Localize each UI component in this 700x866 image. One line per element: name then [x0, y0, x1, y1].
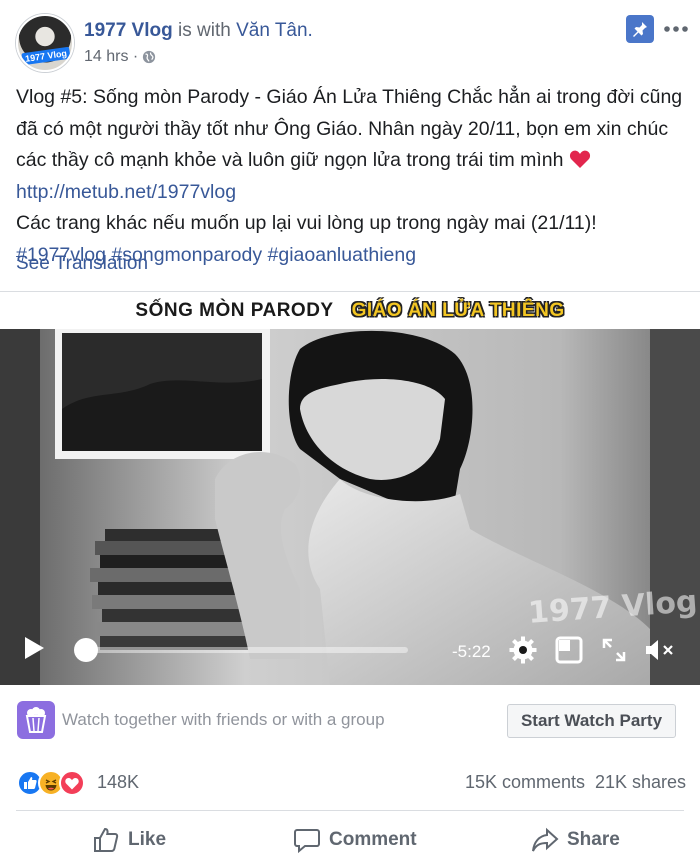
heart-emoji-icon	[569, 150, 590, 168]
message-line: các thầy cô mạnh khỏe và luôn giữ ngọn l…	[16, 145, 686, 177]
see-translation-link[interactable]: See Translation	[16, 253, 148, 275]
like-button[interactable]: Like	[92, 824, 166, 856]
external-link[interactable]: http://metub.net/1977vlog	[16, 177, 686, 209]
page-avatar[interactable]: 1977 Vlog	[16, 14, 74, 72]
message-line: Các trang khác nếu muốn up lại vui lòng …	[16, 212, 597, 234]
share-arrow-icon	[532, 827, 559, 852]
post-header: 1977 Vlog 1977 Vlog is with Văn Tân. 14 …	[0, 0, 700, 80]
reaction-icons[interactable]	[17, 769, 85, 797]
comments-count-link[interactable]: 15K comments	[465, 772, 585, 793]
more-horizontal-icon[interactable]	[662, 15, 690, 43]
avatar-logo: 1977 Vlog	[21, 46, 71, 66]
share-label: Share	[567, 829, 620, 850]
video-player[interactable]: SỐNG MÒN PARODY GIÁO ÁN LỬA THIÊNG 1977 …	[0, 292, 700, 685]
globe-icon[interactable]	[142, 50, 156, 64]
comment-label: Comment	[329, 829, 417, 850]
scrub-handle[interactable]	[74, 638, 98, 662]
comment-button[interactable]: Comment	[293, 824, 417, 856]
video-title-right: GIÁO ÁN LỬA THIÊNG	[351, 299, 565, 321]
start-watch-party-button[interactable]: Start Watch Party	[507, 704, 676, 738]
thumbs-up-icon	[94, 827, 119, 852]
play-icon[interactable]	[22, 635, 46, 661]
watch-party-prompt: Watch together with friends or with a gr…	[62, 710, 385, 729]
tagged-friend-link[interactable]: Văn Tân.	[236, 20, 313, 41]
timestamp-link[interactable]: 14 hrs ·	[84, 48, 138, 66]
share-button[interactable]: Share	[531, 824, 620, 856]
mute-icon[interactable]	[643, 636, 677, 664]
shares-count-link[interactable]: 21K shares	[595, 772, 686, 793]
gear-icon[interactable]	[509, 636, 537, 664]
message-line: đã có một người thầy tốt như Ông Giáo. N…	[16, 117, 669, 140]
video-controls: -5:22	[0, 622, 700, 678]
divider	[16, 810, 684, 811]
popcorn-icon	[17, 701, 55, 739]
comment-bubble-icon	[294, 829, 320, 854]
picture-in-picture-icon[interactable]	[555, 636, 583, 664]
like-label: Like	[128, 829, 167, 850]
post-meta: 14 hrs ·	[84, 48, 156, 66]
pin-icon[interactable]	[626, 15, 654, 43]
time-remaining: -5:22	[452, 642, 491, 661]
fullscreen-icon[interactable]	[600, 636, 628, 664]
message-line-text: các thầy cô mạnh khỏe và luôn giữ ngọn l…	[16, 149, 564, 171]
scrub-track[interactable]	[80, 647, 408, 653]
video-title-banner: SỐNG MÒN PARODY GIÁO ÁN LỬA THIÊNG	[0, 292, 700, 329]
post-message: Vlog #5: Sống mòn Parody - Giáo Án Lửa T…	[16, 82, 686, 271]
page-name-link[interactable]: 1977 Vlog	[84, 20, 173, 41]
with-text: is with	[178, 20, 231, 41]
video-title-left: SỐNG MÒN PARODY	[135, 299, 334, 321]
love-reaction-icon	[59, 770, 85, 796]
post-author-line: 1977 Vlog is with Văn Tân.	[84, 20, 313, 42]
message-line: Vlog #5: Sống mòn Parody - Giáo Án Lửa T…	[16, 86, 683, 108]
reaction-count[interactable]: 148K	[97, 772, 139, 793]
